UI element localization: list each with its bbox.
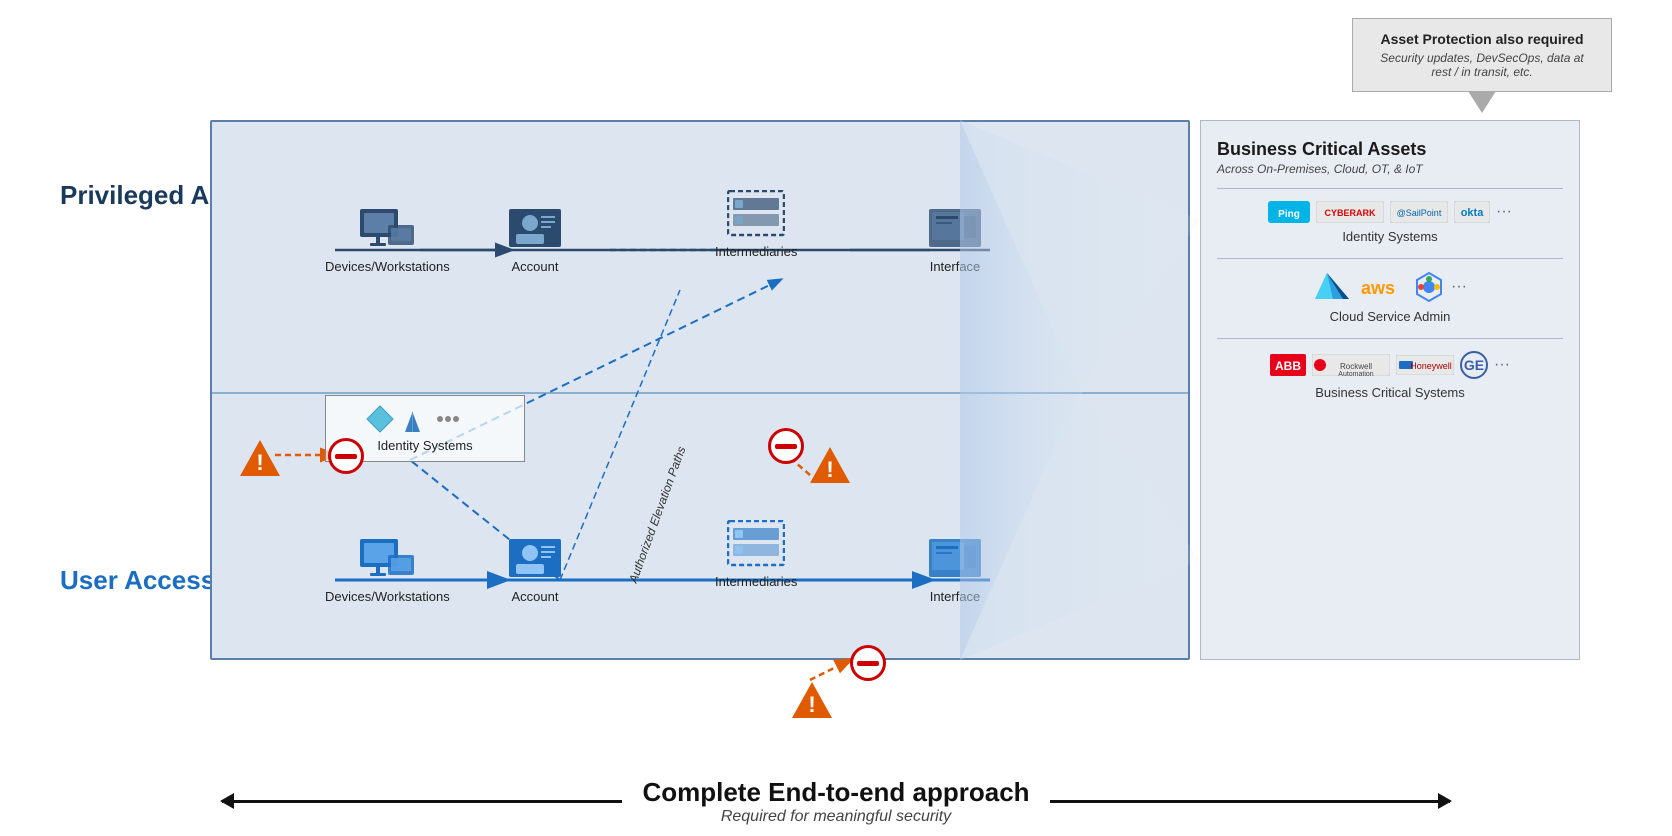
identity-systems-label: Identity Systems: [338, 438, 512, 453]
warning-center: !: [808, 445, 852, 490]
diagram-container: Privileged Access User Access: [30, 90, 1640, 740]
warning-left: !: [238, 438, 282, 483]
no-entry-bottom: [850, 645, 886, 681]
user-account-node: Account: [505, 535, 565, 604]
funnel-shape: [960, 120, 1200, 660]
svg-text:GE: GE: [1464, 357, 1484, 373]
priv-devices-node: Devices/Workstations: [325, 205, 450, 274]
bca-panel: Business Critical Assets Across On-Premi…: [1200, 120, 1580, 660]
bottom-subtitle: Required for meaningful security: [642, 808, 1029, 826]
priv-intermediaries-node: Intermediaries: [715, 190, 797, 259]
svg-text:!: !: [808, 692, 815, 717]
user-devices-node: Devices/Workstations: [325, 535, 450, 604]
svg-text:Ping: Ping: [1278, 209, 1300, 220]
asset-protection-callout: Asset Protection also required Security …: [1352, 18, 1612, 92]
svg-text:ABB: ABB: [1275, 359, 1301, 373]
priv-account-icon: [505, 205, 565, 255]
callout-text: Security updates, DevSecOps, data at res…: [1369, 51, 1595, 79]
user-intermediaries-node: Intermediaries: [715, 520, 797, 589]
ot-section: ABB Rockwell Automation Honeywell: [1217, 351, 1563, 400]
bottom-section: Complete End-to-end approach Required fo…: [0, 773, 1672, 826]
no-entry-left: [328, 438, 364, 474]
priv-account-label: Account: [512, 259, 559, 274]
priv-devices-label: Devices/Workstations: [325, 259, 450, 274]
right-arrow: [1050, 800, 1450, 803]
cloud-logos: aws ···: [1217, 271, 1563, 303]
svg-text:okta: okta: [1461, 207, 1485, 219]
bottom-arrows: Complete End-to-end approach Required fo…: [0, 777, 1672, 826]
user-devices-label: Devices/Workstations: [325, 589, 450, 604]
cloud-section-label: Cloud Service Admin: [1217, 309, 1563, 324]
user-access-label: User Access: [60, 565, 215, 596]
svg-text:!: !: [256, 450, 263, 475]
no-entry-center: [768, 428, 804, 464]
svg-text:aws: aws: [1361, 278, 1395, 298]
ot-logos: ABB Rockwell Automation Honeywell: [1217, 351, 1563, 379]
identity-section-label: Identity Systems: [1217, 229, 1563, 244]
bca-title: Business Critical Assets: [1217, 139, 1563, 160]
cloud-section: aws ··· Cloud Service Admin: [1217, 271, 1563, 324]
callout-title: Asset Protection also required: [1369, 31, 1595, 47]
svg-text:@SailPoint: @SailPoint: [1397, 208, 1442, 218]
user-devices-icon: [357, 535, 417, 585]
user-account-icon: [505, 535, 565, 585]
svg-text:CYBERARK: CYBERARK: [1324, 208, 1376, 218]
priv-account-node: Account: [505, 205, 565, 274]
identity-logos: Ping CYBERARK @SailPoint okta ···: [1217, 201, 1563, 223]
svg-text:Rockwell: Rockwell: [1340, 362, 1372, 371]
priv-intermediaries-label: Intermediaries: [715, 244, 797, 259]
bca-subtitle: Across On-Premises, Cloud, OT, & IoT: [1217, 162, 1563, 176]
priv-devices-icon: [357, 205, 417, 255]
left-arrow: [222, 800, 622, 803]
warning-bottom: !: [790, 680, 834, 725]
priv-intermediaries-icon: [726, 190, 786, 240]
svg-text:Automation: Automation: [1338, 371, 1374, 376]
svg-text:!: !: [826, 457, 833, 482]
user-intermediaries-icon: [726, 520, 786, 570]
user-account-label: Account: [512, 589, 559, 604]
bottom-title: Complete End-to-end approach: [642, 777, 1029, 808]
ot-section-label: Business Critical Systems: [1217, 385, 1563, 400]
user-intermediaries-label: Intermediaries: [715, 574, 797, 589]
identity-systems-section: Ping CYBERARK @SailPoint okta ···: [1217, 201, 1563, 244]
svg-text:Honeywell: Honeywell: [1410, 361, 1452, 371]
